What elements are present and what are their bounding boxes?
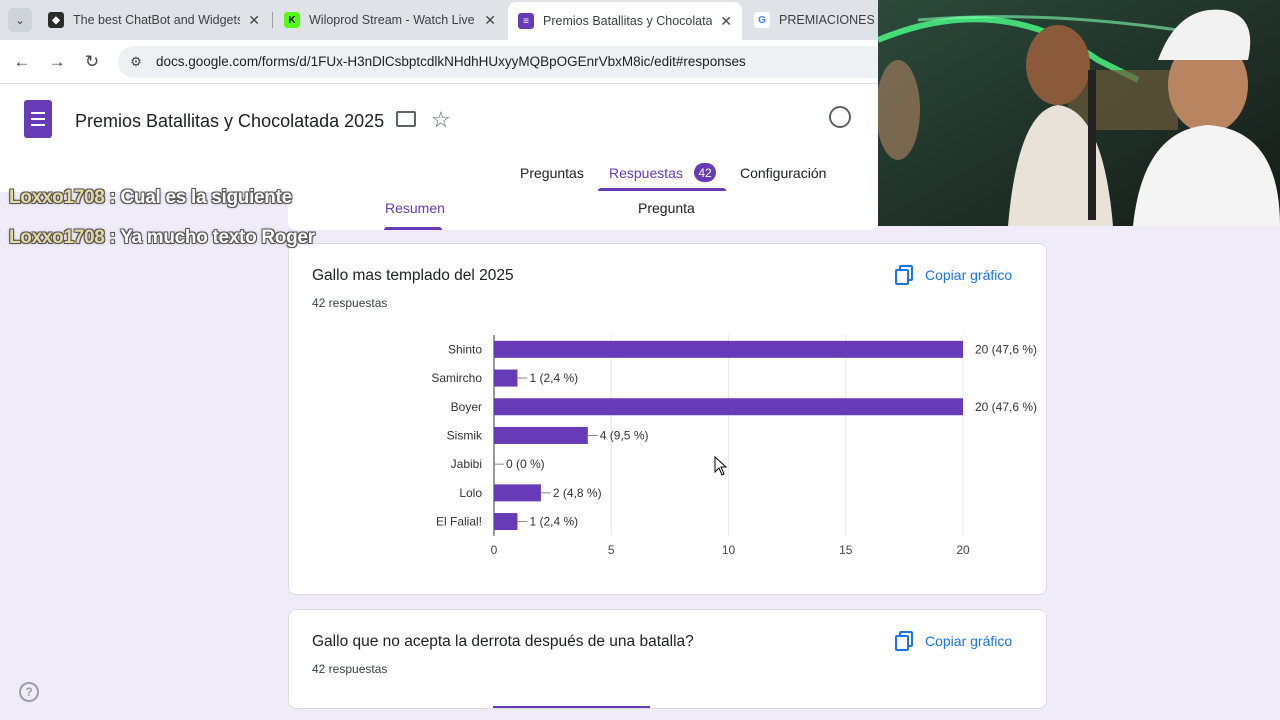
- data-label: 20 (47,6 %): [975, 400, 1037, 414]
- browser-tab[interactable]: ◆ The best ChatBot and Widgets ✕: [38, 4, 270, 36]
- data-label: 1 (2,4 %): [529, 371, 578, 385]
- data-label: 0 (0 %): [506, 457, 545, 471]
- help-icon[interactable]: ?: [19, 682, 39, 702]
- x-tick-label: 15: [839, 543, 853, 557]
- forms-header: Premios Batallitas y Chocolatada 2025 ☆ …: [0, 84, 878, 192]
- category-label: Boyer: [451, 400, 482, 414]
- response-count: 42 respuestas: [312, 662, 388, 676]
- close-tab-icon[interactable]: ✕: [248, 12, 260, 29]
- category-label: El Falial!: [436, 515, 482, 529]
- response-summary-card: Gallo que no acepta la derrota después d…: [288, 609, 1047, 709]
- google-forms-logo-icon[interactable]: [24, 100, 52, 138]
- form-title[interactable]: Premios Batallitas y Chocolatada 2025: [75, 111, 384, 132]
- bar: [494, 484, 541, 502]
- data-label: 2 (4,8 %): [553, 486, 602, 500]
- palette-icon[interactable]: [829, 106, 851, 128]
- back-icon[interactable]: ←: [10, 50, 34, 74]
- bar-chart: 0 5 10 15 20 Shinto 20 (47,6 %) Samircho 1 (2,4 …: [431, 335, 1037, 557]
- url-text: docs.google.com/forms/d/1FUx-H3nDlCsbptc…: [156, 54, 746, 69]
- category-label: Lolo: [459, 486, 482, 500]
- x-tick-label: 20: [956, 543, 970, 557]
- bar: [494, 340, 963, 358]
- address-bar[interactable]: ⚙ docs.google.com/forms/d/1FUx-H3nDlCsbp…: [118, 46, 898, 78]
- data-label: 1 (2,4 %): [529, 515, 578, 529]
- forms-favicon-icon: ≡: [518, 13, 534, 29]
- responses-count-badge: 42: [694, 163, 716, 182]
- tab-settings[interactable]: Configuración: [740, 165, 826, 181]
- copy-icon: [895, 631, 913, 651]
- browser-tab[interactable]: K Wiloprod Stream - Watch Live ✕: [274, 4, 506, 36]
- webcam-feed-image: [878, 0, 1280, 226]
- bar: [494, 398, 963, 416]
- chat-username: Loxxo1708: [9, 227, 105, 248]
- kick-favicon-icon: K: [284, 12, 300, 28]
- forward-icon[interactable]: →: [45, 50, 69, 74]
- category-label: Sismik: [447, 428, 483, 442]
- webcam-overlay: [878, 0, 1280, 226]
- google-favicon-icon: G: [754, 12, 770, 28]
- category-label: Jabibi: [451, 457, 482, 471]
- data-label: 4 (9,5 %): [600, 428, 649, 442]
- category-label: Samircho: [431, 371, 482, 385]
- tab-responses[interactable]: Respuestas: [609, 165, 683, 181]
- data-label: 20 (47,6 %): [975, 342, 1037, 356]
- subtab-summary[interactable]: Resumen: [385, 200, 445, 216]
- close-tab-icon[interactable]: ✕: [484, 12, 496, 29]
- tab-divider: [272, 12, 273, 28]
- subtab-question[interactable]: Pregunta: [638, 200, 695, 216]
- chat-username: Loxxo1708: [9, 187, 105, 208]
- browser-tab[interactable]: G PREMIACIONES AP: [744, 4, 884, 36]
- copy-chart-label: Copiar gráfico: [925, 633, 1013, 649]
- star-icon[interactable]: ☆: [431, 107, 451, 133]
- close-tab-icon[interactable]: ✕: [720, 13, 732, 30]
- chat-message: Loxxo1708 : Ya mucho texto Roger: [9, 227, 315, 249]
- question-title: Gallo que no acepta la derrota después d…: [312, 633, 694, 650]
- active-subtab-indicator: [384, 227, 442, 230]
- site-settings-icon[interactable]: ⚙: [128, 54, 144, 70]
- folder-icon[interactable]: [396, 111, 416, 127]
- x-tick-label: 5: [608, 543, 615, 557]
- response-summary-card: Gallo mas templado del 2025 42 respuesta…: [288, 243, 1047, 595]
- tab-questions[interactable]: Preguntas: [520, 165, 584, 181]
- browser-tab-bar: ⌄ ◆ The best ChatBot and Widgets ✕ K Wil…: [0, 0, 878, 40]
- tab-title: Premios Batallitas y Chocolatad: [543, 14, 713, 28]
- mouse-cursor-icon: [714, 456, 728, 476]
- tab-search-dropdown-icon[interactable]: ⌄: [8, 8, 32, 32]
- next-chart-bar-preview: [493, 706, 650, 708]
- responses-subtabs: Resumen Pregunta: [288, 192, 878, 230]
- chat-text: : Ya mucho texto Roger: [104, 227, 316, 248]
- reload-icon[interactable]: ↻: [80, 50, 104, 74]
- category-label: Shinto: [448, 342, 482, 356]
- x-tick-label: 0: [491, 543, 498, 557]
- chat-text: : Cual es la siguiente: [104, 187, 293, 208]
- bar: [494, 369, 518, 387]
- active-tab-indicator: [598, 188, 726, 191]
- bar: [494, 513, 518, 531]
- bar: [494, 426, 588, 444]
- tab-title: The best ChatBot and Widgets: [73, 13, 241, 27]
- x-tick-label: 10: [722, 543, 736, 557]
- browser-toolbar: ← → ↻ ⚙ docs.google.com/forms/d/1FUx-H3n…: [0, 40, 898, 84]
- tab-title: PREMIACIONES AP: [779, 13, 874, 27]
- chat-message: Loxxo1708 : Cual es la siguiente: [9, 187, 292, 209]
- tab-title: Wiloprod Stream - Watch Live: [309, 13, 475, 27]
- chatbot-favicon-icon: ◆: [48, 12, 64, 28]
- copy-chart-button[interactable]: Copiar gráfico: [895, 630, 1012, 652]
- browser-tab-active[interactable]: ≡ Premios Batallitas y Chocolatad ✕: [508, 2, 742, 40]
